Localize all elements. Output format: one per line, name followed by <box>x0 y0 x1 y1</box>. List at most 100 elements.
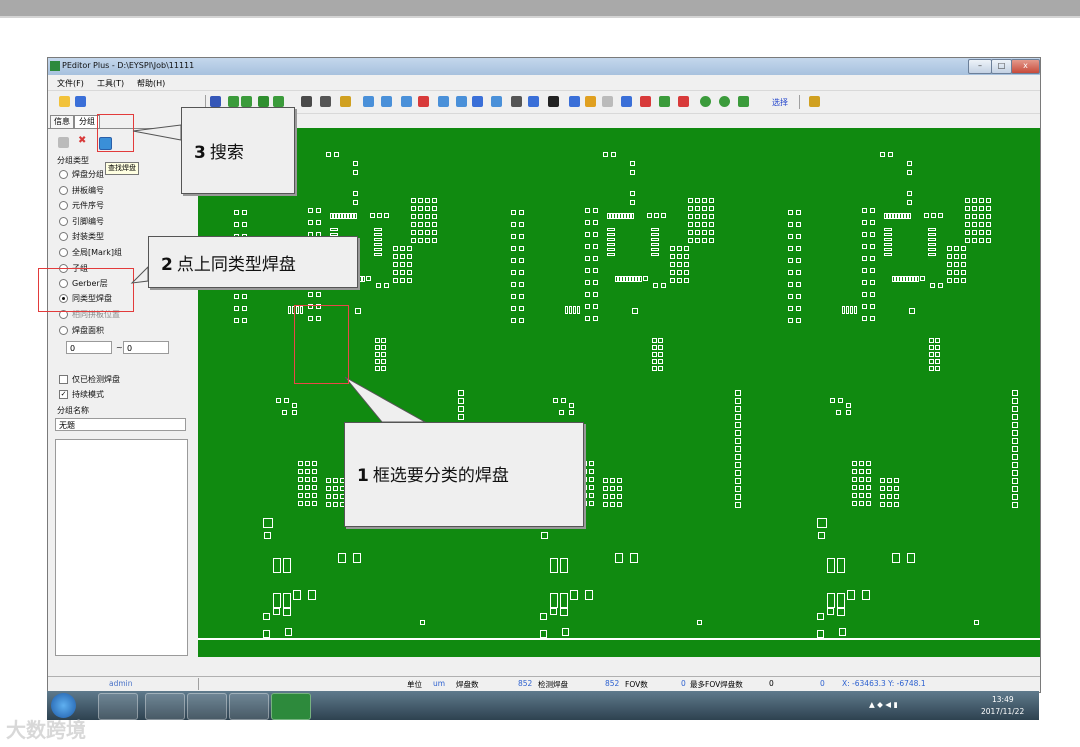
select-button[interactable]: 选择 <box>772 97 788 108</box>
left-panel: 信息 分组 ✖ 查找焊盘 分组类型 焊盘分组 拼板编号 元件序号 引脚编号 封装… <box>48 113 192 676</box>
new-group-icon[interactable] <box>58 137 69 148</box>
grid-icon[interactable] <box>511 96 522 107</box>
rect-icon[interactable] <box>472 96 483 107</box>
pcb-pad <box>866 477 871 482</box>
circle-2-icon[interactable] <box>719 96 730 107</box>
radio-global-mark[interactable] <box>59 248 68 257</box>
status-fov-label: FOV数 <box>625 680 648 689</box>
pcb-pad <box>589 477 594 482</box>
pad-tool-2-icon[interactable] <box>241 96 252 107</box>
menu-help[interactable]: 帮助(H) <box>137 78 165 89</box>
pin-5-icon[interactable] <box>456 96 467 107</box>
pcb-pad <box>954 262 959 267</box>
circle-icon[interactable] <box>700 96 711 107</box>
pin-4-icon[interactable] <box>438 96 449 107</box>
squares-icon[interactable] <box>548 96 559 107</box>
pcb-pad <box>677 254 682 259</box>
menu-file[interactable]: 文件(F) <box>57 78 84 89</box>
pcb-pad <box>880 494 885 499</box>
triangle-icon[interactable] <box>258 96 269 107</box>
blank-icon[interactable] <box>602 96 613 107</box>
radio-pad-area[interactable] <box>59 326 68 335</box>
radio-pad-group[interactable] <box>59 170 68 179</box>
square-icon[interactable] <box>738 96 749 107</box>
pcb-pad <box>593 292 598 297</box>
arrow-icon[interactable] <box>273 96 284 107</box>
pcb-pad <box>859 485 864 490</box>
open-folder-icon[interactable] <box>59 96 70 107</box>
pcb-pad <box>312 469 317 474</box>
maximize-button[interactable]: □ <box>991 59 1012 74</box>
radio-panel-number[interactable] <box>59 186 68 195</box>
pcb-pad <box>661 213 666 218</box>
pin-icon[interactable] <box>363 96 374 107</box>
pin-2-icon[interactable] <box>381 96 392 107</box>
radio-component-number[interactable] <box>59 201 68 210</box>
taskbar-excel-icon[interactable] <box>229 693 269 720</box>
pad-tool-icon[interactable] <box>228 96 239 107</box>
taskbar-app-1-icon[interactable] <box>98 693 138 720</box>
sort-icon[interactable] <box>569 96 580 107</box>
close-button[interactable]: x <box>1011 59 1040 74</box>
pcb-pad <box>631 213 634 219</box>
pcb-pad <box>702 230 707 235</box>
pcb-pad <box>929 359 934 364</box>
menu-tools[interactable]: 工具(T) <box>97 78 124 89</box>
chip-icon[interactable] <box>528 96 539 107</box>
area-min-input[interactable]: 0 <box>66 341 112 354</box>
chart-icon[interactable] <box>621 96 632 107</box>
status-coordinates: X: -63463.3 Y: -6748.1 <box>842 679 926 688</box>
pcb-pad <box>432 198 437 203</box>
pin-6-icon[interactable] <box>491 96 502 107</box>
pcb-pad <box>965 238 970 243</box>
tab-info[interactable]: 信息 <box>50 115 74 128</box>
pcb-pad <box>511 294 516 299</box>
save-icon[interactable] <box>75 96 86 107</box>
pcb-pad <box>316 208 321 213</box>
pcb-pad <box>935 345 940 350</box>
ruler-icon[interactable] <box>585 96 596 107</box>
pcb-pad <box>862 220 867 225</box>
layers-icon[interactable] <box>340 96 351 107</box>
pcb-pad <box>305 501 310 506</box>
radio-pin-number[interactable] <box>59 217 68 226</box>
pcb-pad <box>688 222 693 227</box>
taskbar-app-3-icon[interactable] <box>187 693 227 720</box>
board-edge-line <box>198 638 1040 640</box>
pcb-pad <box>688 230 693 235</box>
rotate-icon[interactable] <box>210 96 221 107</box>
radio-package-type[interactable] <box>59 232 68 241</box>
pcb-pad <box>884 238 892 241</box>
pcb-pad <box>817 630 824 638</box>
taskbar-peditor-icon[interactable] <box>271 693 311 720</box>
location-icon[interactable] <box>418 96 429 107</box>
tray-icons[interactable]: ▲ ◆ ◀ ▮ <box>869 700 898 709</box>
group-list[interactable] <box>55 439 188 656</box>
area-max-input[interactable]: 0 <box>123 341 169 354</box>
green-box-icon[interactable] <box>659 96 670 107</box>
gear-icon[interactable] <box>301 96 312 107</box>
pcb-pad <box>234 222 239 227</box>
delete-icon[interactable] <box>640 96 651 107</box>
checkbox-inspected-only[interactable] <box>59 375 68 384</box>
delete-group-icon[interactable]: ✖ <box>78 135 86 146</box>
minimize-button[interactable]: – <box>968 59 992 74</box>
pcb-board-canvas[interactable] <box>198 128 1040 657</box>
group-name-input[interactable]: 无题 <box>55 418 186 431</box>
pcb-pad <box>283 558 291 573</box>
pcb-pad <box>374 243 382 246</box>
pcb-pad <box>838 398 843 403</box>
pcb-pad <box>986 222 991 227</box>
status-unit-value: um <box>433 679 446 688</box>
red-box-icon[interactable] <box>678 96 689 107</box>
taskbar-app-2-icon[interactable] <box>145 693 185 720</box>
pcb-pad <box>735 446 741 452</box>
pin-3-icon[interactable] <box>401 96 412 107</box>
pcb-pad <box>353 170 358 175</box>
checkbox-continuous-mode[interactable]: ✓ <box>59 390 68 399</box>
pcb-pad <box>880 502 885 507</box>
zoom-icon[interactable] <box>809 96 820 107</box>
pcb-pad <box>735 438 741 444</box>
pcb-pad <box>986 206 991 211</box>
tools-icon[interactable] <box>320 96 331 107</box>
